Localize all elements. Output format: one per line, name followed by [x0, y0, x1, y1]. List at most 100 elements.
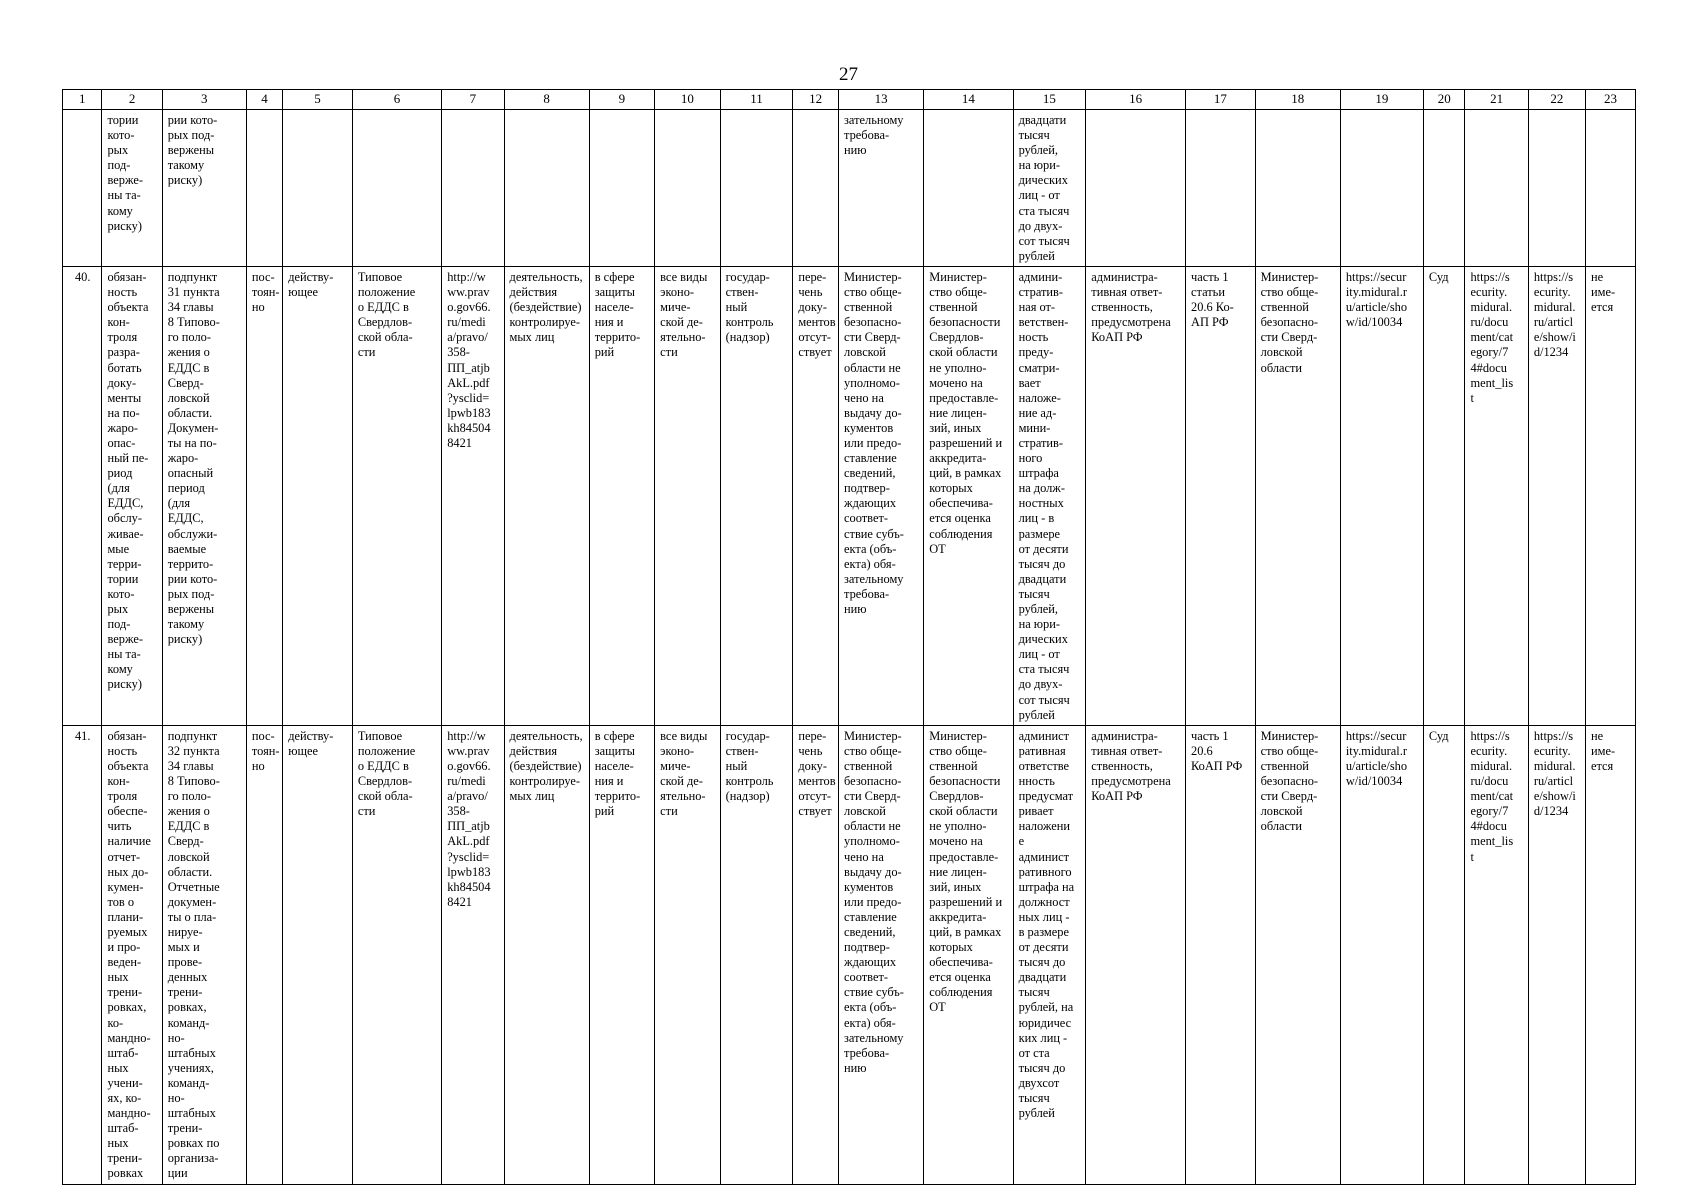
cell-text-line: троля [107, 789, 138, 804]
cell-text-line: ecurity. [1533, 743, 1571, 758]
cell-text-line: области [1260, 819, 1303, 834]
cell-text-line: сти Сверд- [844, 330, 901, 345]
col-header-4: 4 [245, 89, 284, 110]
cell-text-line: сти Сверд- [1260, 330, 1318, 345]
cell-text-line: нию [844, 602, 867, 616]
cell-text-line: преду- [1018, 345, 1054, 360]
cell-text-line: egory/7 [1470, 804, 1509, 819]
cell-text-line: u/article/sho [1345, 300, 1408, 315]
cell-text-line: кото- [107, 128, 135, 143]
cell-text-line: жения о [167, 345, 210, 360]
cell-r2-c15: админист ративная ответстве нность предусмат… [1012, 724, 1087, 1185]
cell-text-line: ных [107, 970, 129, 985]
cell-text-line: кому [107, 662, 133, 677]
cell-text-line: обслужи- [167, 526, 218, 541]
cell-r1-c8: деятельность, действия (бездействие) контро… [503, 265, 590, 726]
col-header-3: 3 [161, 89, 247, 110]
cell-text-line: ловской [1260, 345, 1303, 360]
cell-text-line: тов о [107, 894, 135, 909]
cell-text-line: трени- [107, 985, 143, 1000]
cell-text-line: (бездействие) [509, 758, 582, 773]
cell-r0-c20 [1422, 109, 1466, 267]
cell-text-line: рии кото- [167, 571, 218, 586]
cell-text-line: ется оценка [929, 511, 991, 526]
cell-text-line: egory/7 [1470, 345, 1509, 360]
cell-text-line: ждающих [844, 955, 897, 970]
cell-r0-c4 [245, 109, 284, 267]
cell-text-line: на юри- [1018, 158, 1060, 173]
cell-text-line: обязан- [107, 728, 147, 743]
cell-text-line: Типовое [357, 728, 403, 743]
cell-text-line: ской де- [660, 315, 703, 330]
cell-text-line: уполномо- [844, 834, 900, 849]
cell-text-line: ятельно- [660, 330, 706, 345]
cell-text-line: плани- [107, 909, 144, 924]
cell-text-line: трени- [167, 1121, 203, 1136]
cell-text-line: чень [798, 285, 823, 300]
cell-r2-c20: Суд [1422, 724, 1466, 1185]
cell-text-line: положение [357, 285, 416, 300]
cell-text-line: кументов [844, 420, 894, 435]
cell-text-line: часть 1 [1191, 728, 1229, 743]
cell-text-line: ющее [288, 285, 319, 300]
cell-text-line: объекта [107, 758, 149, 773]
cell-text-line: лиц - от [1018, 188, 1060, 203]
cell-text-line: области не [844, 819, 901, 834]
cell-text-line: области. [167, 405, 213, 420]
cell-text-line: ние лицен- [929, 864, 987, 879]
cell-r2-c6: Типовое положение о ЕДДС в Свердлов-ской об… [351, 724, 443, 1185]
cell-text-line: midural. [1533, 758, 1576, 773]
cell-r1-c19: https://secur ity.midural.r u/article/sho w… [1339, 265, 1424, 726]
cell-text-line: доку- [798, 300, 827, 315]
cell-text-line: тории [107, 571, 139, 586]
cell-text-line: объекта [107, 300, 149, 315]
cell-text-line: от десяти [1018, 940, 1069, 955]
cell-r1-c3: подпункт 31 пункта 34 главы 8 Типово-го пол… [161, 265, 247, 726]
cell-text-line: ской де- [660, 774, 703, 789]
cell-text-line: предусмотрена [1091, 315, 1171, 330]
cell-text-line: тысяч [1018, 586, 1050, 601]
cell-text-line: ях, ко- [107, 1091, 142, 1105]
cell-text-line: ных [107, 1136, 129, 1151]
cell-text-line: ?ysclid= [447, 390, 490, 405]
cell-text-line: 8421 [447, 894, 472, 909]
cell-text-line: https://s [1533, 269, 1574, 284]
cell-text-line: рых [107, 602, 129, 616]
table-header-row: 1 2 3 4 5 6 7 8 9 10 11 12 13 14 15 16 1 [61, 89, 1637, 110]
cell-text-line: требова- [844, 1045, 890, 1060]
cell-r1-c12: пере-чень доку-ментов отсут-ствует [792, 265, 840, 726]
cell-text-line: контролируе- [509, 315, 581, 330]
cell-text-line: 358- [447, 345, 470, 360]
cell-text-line: ботать [107, 360, 142, 375]
cell-text-line: ской области [929, 804, 998, 819]
cell-text-line: не уполно- [929, 819, 987, 834]
col-header-6: 6 [351, 89, 443, 110]
cell-text-line: 31 пункта [167, 285, 220, 300]
cell-text-line: терри- [107, 556, 142, 571]
col-header-19: 19 [1339, 89, 1424, 110]
cell-text-line: a/pravo/ [447, 330, 488, 345]
cell-text-line: отсут- [798, 789, 831, 804]
col-header-15: 15 [1012, 89, 1087, 110]
cell-text-line: ментов [798, 774, 836, 789]
cell-text-line: подтвер- [844, 940, 890, 955]
cell-text-line: подпункт [167, 728, 218, 743]
cell-text-line: ственность, [1091, 758, 1153, 773]
cell-text-line: разра- [107, 345, 140, 360]
col-header-7: 7 [441, 89, 505, 110]
cell-text-line: рий [594, 345, 615, 360]
cell-text-line: ment/cat [1470, 330, 1514, 345]
cell-r2-c18: Министер-ство обще-ственной безопасно-сти… [1254, 724, 1341, 1185]
cell-text-line: ловской [167, 849, 210, 864]
column-number-row: 1 2 3 4 5 6 7 8 9 10 11 12 13 14 15 16 1 [61, 89, 1637, 110]
col-header-10: 10 [654, 89, 721, 110]
cell-text-line: ЕДДС, [107, 496, 144, 511]
cell-text-line: вержены [167, 602, 215, 616]
cell-text-line: мандно- [107, 1030, 151, 1045]
cell-text-line: штаб- [107, 1045, 139, 1060]
cell-text-line: на юри- [1018, 617, 1060, 632]
cell-r2-c13: Министер-ство обще-ственной безопасно-сти… [838, 724, 925, 1185]
cell-text-line: https://secur [1345, 728, 1407, 743]
cell-text-line: ждающих [844, 496, 897, 511]
cell-text-line: ecurity. [1533, 285, 1571, 300]
